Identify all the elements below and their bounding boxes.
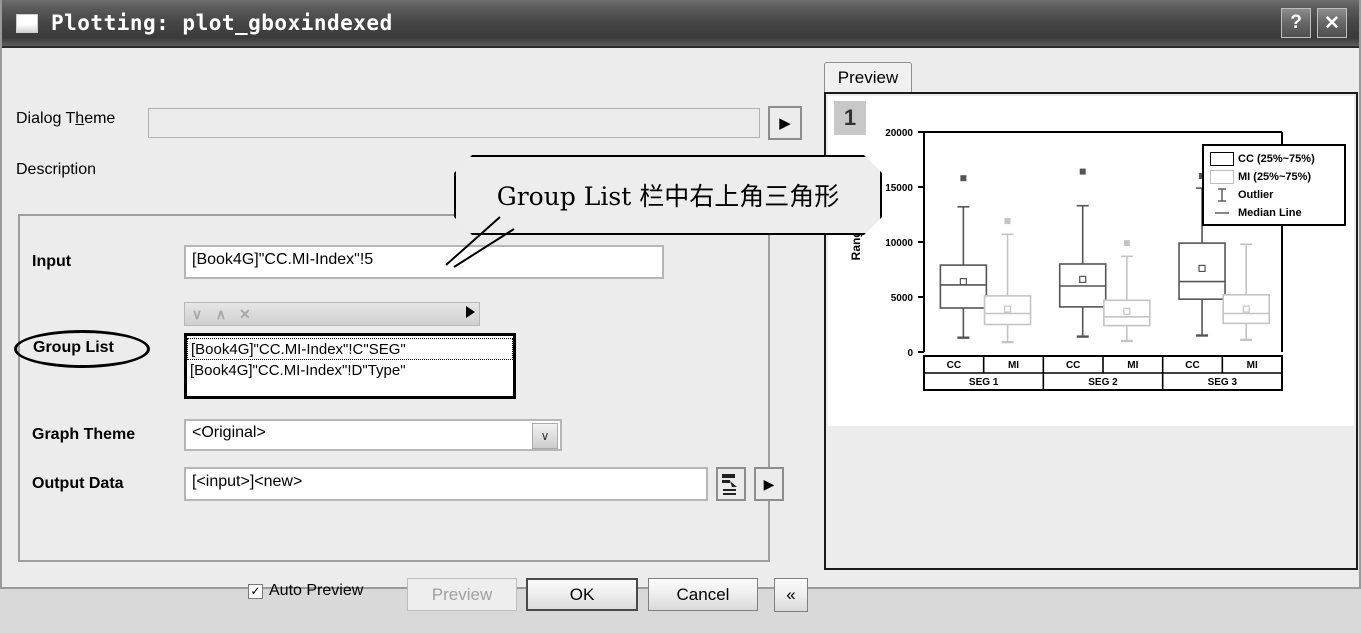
legend-swatch-cc-icon: [1209, 152, 1235, 166]
graph-theme-value: <Original>: [192, 424, 266, 441]
window-title: Plotting: plot_gboxindexed: [51, 11, 393, 35]
description-label: Description: [16, 161, 97, 178]
legend-label: Outlier: [1238, 189, 1274, 201]
group-list-toolbar: ∨ ∧ ✕: [184, 302, 480, 326]
svg-text:10000: 10000: [885, 238, 913, 249]
input-field[interactable]: [Book4G]"CC.MI-Index"!5: [184, 245, 664, 279]
dialog-left-pane: Dialog Theme ▶ Description Input [Book4G…: [2, 48, 820, 612]
delete-icon[interactable]: ✕: [233, 303, 257, 325]
close-button[interactable]: ✕: [1317, 8, 1347, 38]
outlier-whisker-icon: [1209, 187, 1235, 203]
svg-text:SEG 2: SEG 2: [1088, 377, 1118, 388]
legend-label: MI (25%~75%): [1238, 171, 1312, 183]
window-icon: [16, 13, 38, 33]
title-bar: Plotting: plot_gboxindexed ? ✕: [2, 0, 1359, 48]
median-line-icon: [1209, 209, 1235, 217]
cancel-button[interactable]: Cancel: [648, 578, 758, 611]
dialog-footer: ✓ Auto Preview Preview OK Cancel «: [2, 572, 820, 633]
legend-item: CC (25%~75%): [1209, 150, 1339, 168]
dialog-theme-arrow-button[interactable]: ▶: [768, 106, 802, 140]
svg-text:MI: MI: [1247, 360, 1258, 371]
group-list-widget: ∨ ∧ ✕ [Book4G]"CC.MI-Index"!C"SEG" [Book…: [184, 302, 518, 400]
help-button[interactable]: ?: [1281, 8, 1311, 38]
preview-pane: Preview 1 0 5000 10000 15000 20000 Range CC MI C…: [824, 54, 1358, 574]
svg-text:20000: 20000: [885, 128, 913, 139]
auto-preview-label: Auto Preview: [269, 582, 364, 599]
svg-text:MI: MI: [1008, 360, 1019, 371]
svg-text:CC: CC: [1066, 360, 1080, 371]
group-list-listbox[interactable]: [Book4G]"CC.MI-Index"!C"SEG" [Book4G]"CC…: [184, 333, 516, 399]
svg-text:0: 0: [907, 348, 913, 359]
legend-item: MI (25%~75%): [1209, 168, 1339, 186]
preview-button[interactable]: Preview: [407, 578, 517, 611]
legend-swatch-mi-icon: [1209, 170, 1235, 184]
svg-text:SEG 3: SEG 3: [1208, 377, 1238, 388]
ok-button[interactable]: OK: [526, 578, 638, 611]
title-bar-buttons: ? ✕: [1281, 8, 1353, 38]
dialog-theme-label: Dialog Theme: [16, 110, 116, 127]
svg-text:15000: 15000: [885, 183, 913, 194]
tab-preview[interactable]: Preview: [824, 62, 912, 92]
select-data-icon[interactable]: [716, 467, 746, 501]
svg-text:CC: CC: [1185, 360, 1199, 371]
output-data-label: Output Data: [32, 475, 124, 492]
callout-tail: [445, 216, 515, 268]
svg-text:5000: 5000: [891, 293, 914, 304]
collapse-button[interactable]: «: [774, 578, 808, 612]
graph-theme-select[interactable]: <Original> ∨: [184, 419, 562, 451]
move-down-icon[interactable]: ∨: [185, 303, 209, 325]
chart-legend: CC (25%~75%) MI (25%~75%) Outlier Median…: [1202, 144, 1346, 226]
legend-label: CC (25%~75%): [1238, 153, 1315, 165]
annotation-callout: Group List 栏中右上角三角形: [445, 155, 882, 268]
chevron-down-icon[interactable]: ∨: [532, 423, 558, 449]
group-list-label: Group List: [33, 339, 114, 356]
list-item[interactable]: [Book4G]"CC.MI-Index"!C"SEG": [187, 338, 513, 360]
legend-label: Median Line: [1238, 207, 1302, 219]
output-data-field[interactable]: [<input>]<new>: [184, 467, 708, 501]
input-label: Input: [32, 253, 72, 270]
graph-theme-label: Graph Theme: [32, 426, 136, 443]
legend-item: Outlier: [1209, 186, 1339, 204]
auto-preview-checkbox[interactable]: ✓ Auto Preview: [248, 582, 363, 600]
svg-text:SEG 1: SEG 1: [969, 377, 999, 388]
svg-text:CC: CC: [947, 360, 961, 371]
layer-badge[interactable]: 1: [834, 101, 866, 135]
svg-text:MI: MI: [1127, 360, 1138, 371]
legend-item: Median Line: [1209, 204, 1339, 222]
dialog-theme-field[interactable]: [148, 108, 760, 138]
output-data-arrow-button[interactable]: ▶: [754, 467, 784, 501]
list-item[interactable]: [Book4G]"CC.MI-Index"!D"Type": [187, 360, 513, 382]
group-list-expand-triangle-icon[interactable]: [466, 306, 475, 318]
move-up-icon[interactable]: ∧: [209, 303, 233, 325]
preview-body: 1 0 5000 10000 15000 20000 Range CC MI CC MI CC MI S…: [824, 92, 1358, 570]
plotting-dialog: Plotting: plot_gboxindexed ? ✕ Dialog Th…: [0, 0, 1361, 612]
checkbox-box[interactable]: ✓: [248, 583, 263, 599]
